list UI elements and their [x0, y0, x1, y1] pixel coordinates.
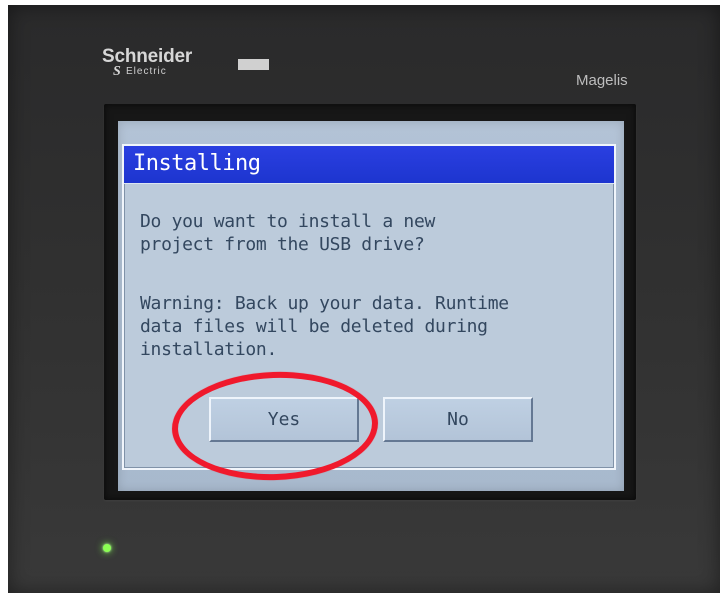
install-question-line-2: project from the USB drive?	[140, 234, 425, 255]
model-name: Magelis	[576, 72, 628, 89]
warning-line-1: Warning: Back up your data. Runtime	[140, 293, 509, 314]
photo-stage: Schneider S Electric Magelis Installing …	[0, 0, 720, 593]
brand-mark-icon: S	[113, 64, 121, 79]
brand-block-icon	[238, 59, 269, 70]
warning-line-2: data files will be deleted during	[140, 316, 488, 337]
power-led-icon	[103, 544, 111, 552]
dialog-title: Installing	[133, 151, 261, 176]
dialog-titlebar: Installing	[124, 146, 614, 184]
install-question: Do you want to install a new project fro…	[140, 210, 590, 256]
warning-message: Warning: Back up your data. Runtime data…	[140, 292, 590, 361]
no-button[interactable]: No	[383, 397, 533, 442]
install-question-line-1: Do you want to install a new	[140, 211, 436, 232]
warning-line-3: installation.	[140, 339, 277, 360]
brand-subtitle: Electric	[126, 66, 167, 77]
